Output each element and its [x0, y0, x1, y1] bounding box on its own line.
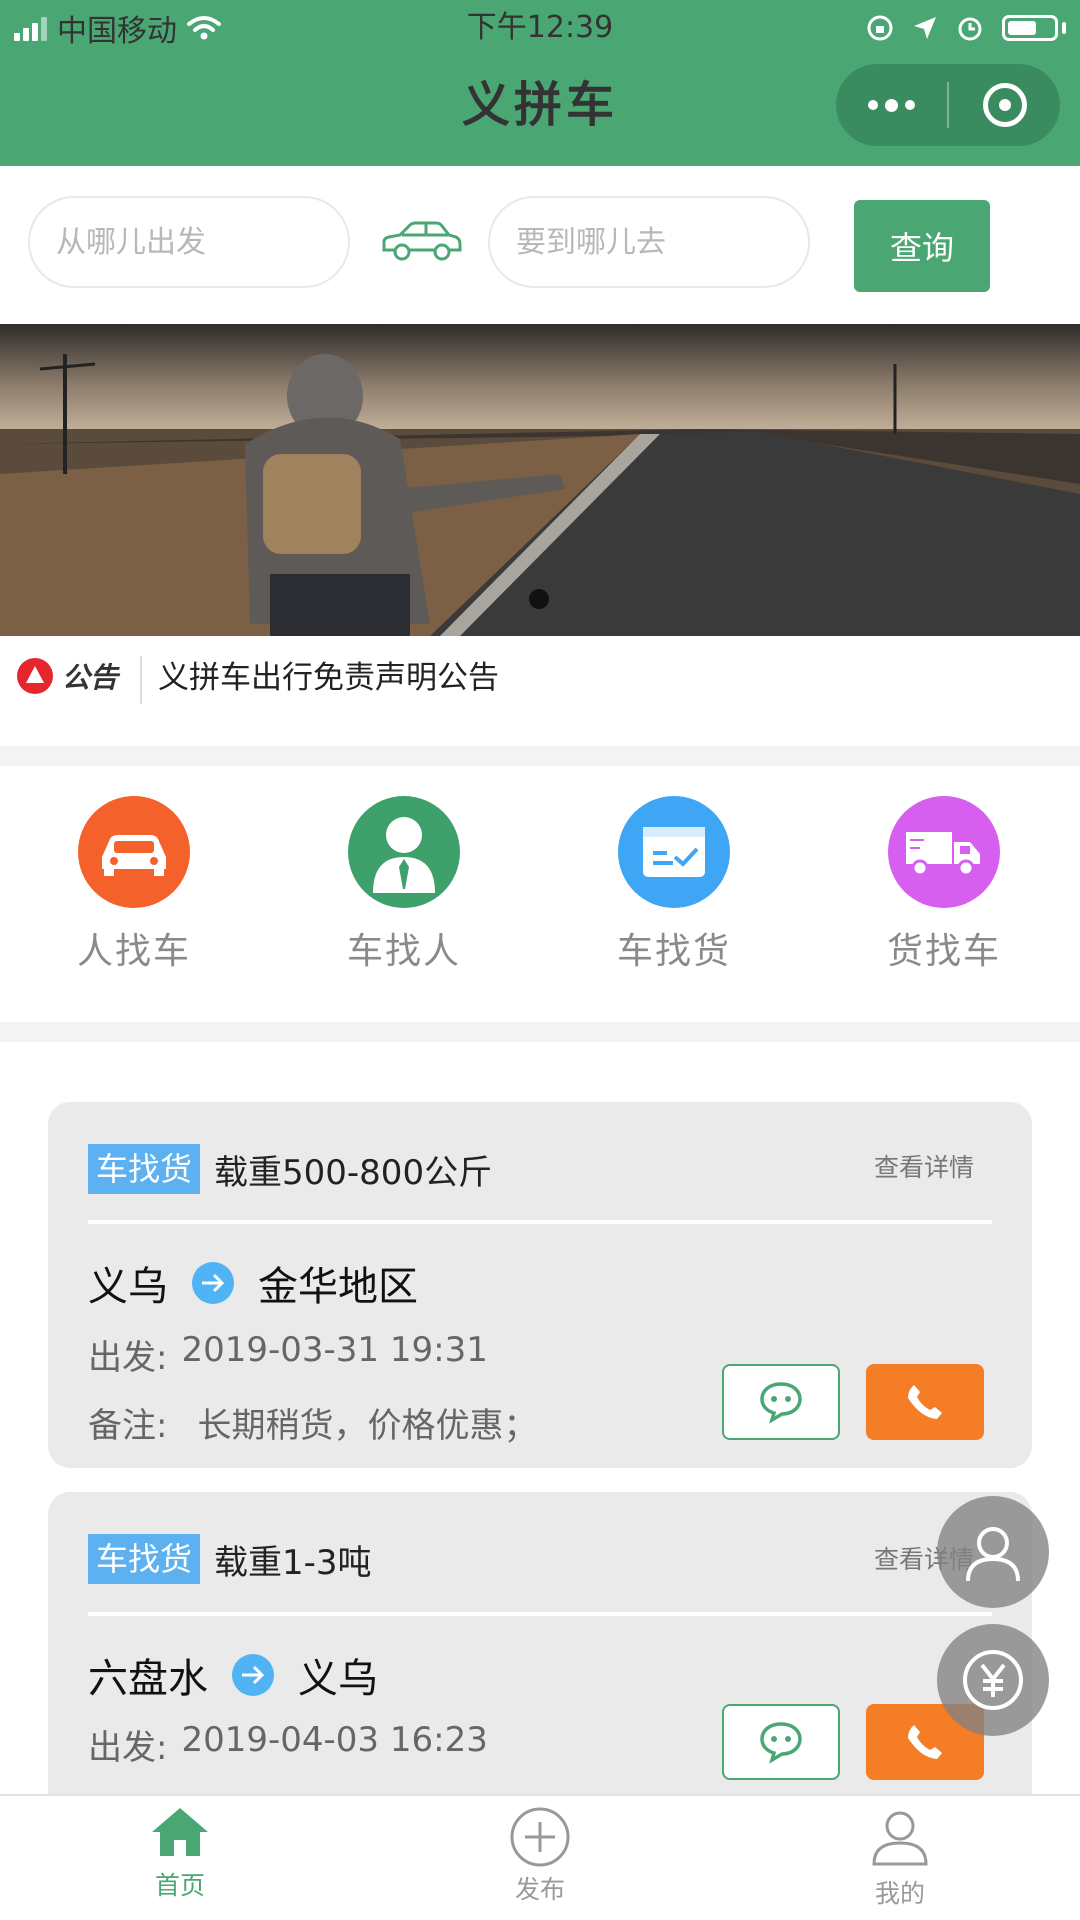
notice-badge-label: 公告	[62, 661, 119, 694]
battery-tip	[1062, 22, 1066, 34]
carousel-indicator-dot[interactable]	[529, 589, 549, 609]
tab-home[interactable]: 首页	[100, 1806, 260, 1902]
listing-title: 载重500-800公斤	[214, 1152, 493, 1193]
more-dots-icon	[868, 98, 915, 112]
route-from: 义乌	[88, 1264, 168, 1310]
notice-badge: 公告	[16, 656, 118, 696]
chat-icon	[760, 1722, 802, 1764]
category-label: 货找车	[886, 931, 1001, 972]
depart-row: 出发: 2019-03-31 19:31	[88, 1330, 488, 1379]
to-input[interactable]	[488, 196, 810, 288]
depart-time: 2019-04-03 16:23	[181, 1720, 488, 1760]
payment-float-button[interactable]	[937, 1624, 1049, 1736]
card-divider	[88, 1220, 992, 1224]
rotation-lock-icon	[867, 15, 893, 41]
user-outline-icon	[966, 1527, 1020, 1582]
phone-icon	[908, 1725, 942, 1759]
chat-icon	[760, 1382, 802, 1424]
target-icon	[982, 83, 1027, 127]
tab-publish[interactable]: 发布	[460, 1806, 620, 1906]
person-icon	[348, 796, 460, 908]
note-row: 备注: 长期稍货，价格优惠；	[88, 1398, 537, 1447]
category-che-zhao-huo[interactable]: 车找货	[594, 796, 754, 974]
depart-row: 出发: 2019-04-03 16:23	[88, 1720, 488, 1769]
plus-circle-icon	[510, 1807, 570, 1867]
from-input[interactable]	[28, 196, 350, 288]
more-menu-button[interactable]	[836, 64, 947, 146]
tab-label: 首页	[154, 1871, 205, 1900]
listing-title: 载重1-3吨	[214, 1542, 372, 1583]
alarm-icon	[958, 17, 982, 41]
user-icon	[872, 1811, 928, 1866]
route-to: 金华地区	[258, 1264, 418, 1310]
cargo-card-icon	[618, 796, 730, 908]
category-ren-zhao-che[interactable]: 人找车	[54, 796, 214, 974]
listing-card-head: 车找货 载重500-800公斤	[88, 1144, 492, 1194]
route-from: 六盘水	[88, 1656, 208, 1702]
listing-tag: 车找货	[88, 1144, 201, 1194]
car-outline-icon	[382, 221, 462, 261]
notice-text[interactable]: 义拼车出行免责声明公告	[158, 658, 499, 698]
phone-icon	[908, 1385, 942, 1419]
battery-icon	[1002, 15, 1058, 41]
profile-float-button[interactable]	[937, 1496, 1049, 1608]
query-button[interactable]: 查询	[854, 200, 990, 292]
listing-tag: 车找货	[88, 1534, 201, 1584]
listing-route: 义乌 金华地区	[88, 1254, 418, 1312]
location-icon	[914, 17, 936, 39]
message-button[interactable]	[722, 1364, 840, 1440]
view-details-link[interactable]: 查看详情	[874, 1148, 974, 1184]
depart-label: 出发:	[88, 1338, 168, 1378]
note-label: 备注:	[88, 1406, 168, 1446]
call-button[interactable]	[866, 1364, 984, 1440]
category-huo-zhao-che[interactable]: 货找车	[864, 796, 1024, 974]
category-label: 人找车	[76, 931, 191, 972]
arrow-right-icon	[232, 1654, 274, 1696]
card-divider	[88, 1612, 992, 1616]
notice-icon	[17, 658, 53, 694]
mini-program-capsule	[836, 64, 1060, 146]
depart-label: 出发:	[88, 1728, 168, 1768]
tab-label: 我的	[874, 1879, 925, 1908]
close-mini-program-button[interactable]	[949, 64, 1060, 146]
message-button[interactable]	[722, 1704, 840, 1780]
listing-card-head: 车找货 载重1-3吨	[88, 1534, 372, 1584]
car-icon	[78, 796, 190, 908]
yen-icon	[963, 1650, 1023, 1710]
depart-time: 2019-03-31 19:31	[181, 1330, 488, 1370]
status-right	[866, 6, 1066, 50]
category-che-zhao-ren[interactable]: 车找人	[324, 796, 484, 974]
tab-label: 发布	[514, 1875, 565, 1904]
category-label: 车找货	[616, 931, 731, 972]
arrow-right-icon	[192, 1262, 234, 1304]
route-to: 义乌	[298, 1656, 378, 1702]
listing-route: 六盘水 义乌	[88, 1646, 378, 1704]
category-label: 车找人	[346, 931, 461, 972]
notice-divider	[140, 656, 142, 704]
tab-mine[interactable]: 我的	[820, 1806, 980, 1910]
note-text: 长期稍货，价格优惠；	[197, 1406, 538, 1446]
truck-icon	[888, 796, 1000, 908]
home-icon	[152, 1808, 208, 1856]
